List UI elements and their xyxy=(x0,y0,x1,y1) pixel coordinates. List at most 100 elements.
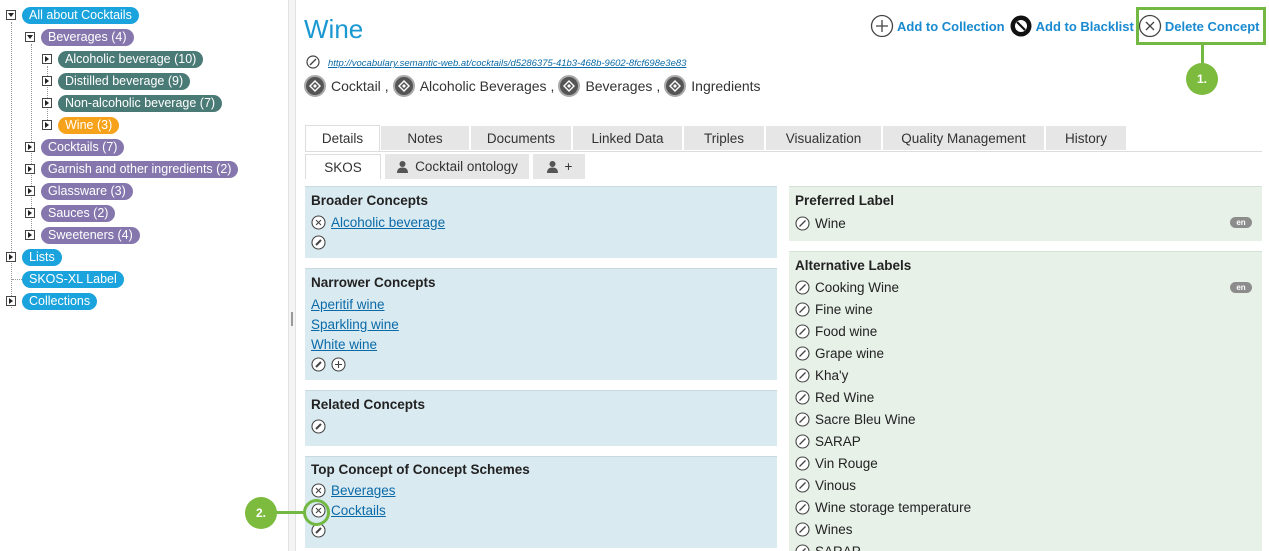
tab-triples[interactable]: Triples xyxy=(683,125,765,151)
tree-label[interactable]: All about Cocktails xyxy=(22,6,139,24)
edit-icon[interactable] xyxy=(795,302,810,317)
tree-item-cocktails[interactable]: Cocktails (7) xyxy=(25,138,125,156)
tree-item-wine[interactable]: Wine (3) xyxy=(42,116,120,134)
expand-icon[interactable] xyxy=(42,120,52,130)
alternative-label-value[interactable]: Fine wine xyxy=(815,302,873,317)
concept-link[interactable]: White wine xyxy=(311,337,377,352)
alternative-label-value[interactable]: Grape wine xyxy=(815,346,884,361)
tree-label[interactable]: Sweeteners (4) xyxy=(41,226,140,244)
expand-icon[interactable] xyxy=(42,98,52,108)
alternative-label-value[interactable]: Wine storage temperature xyxy=(815,500,971,515)
tree-item-non-alcoholic-beverage[interactable]: Non-alcoholic beverage (7) xyxy=(42,94,223,112)
expand-icon[interactable] xyxy=(25,208,35,218)
edit-icon[interactable] xyxy=(795,478,810,493)
concept-uri-link[interactable]: http://vocabulary.semantic-web.at/cockta… xyxy=(328,58,686,69)
subtab-skos[interactable]: SKOS xyxy=(305,154,381,179)
tree-label[interactable]: Wine (3) xyxy=(58,116,120,134)
edit-icon[interactable] xyxy=(795,346,810,361)
tree-label[interactable]: Lists xyxy=(22,248,62,266)
alternative-label-value[interactable]: Vinous xyxy=(815,478,856,493)
tree-item-distilled-beverage[interactable]: Distilled beverage (9) xyxy=(42,72,191,90)
tree-item-lists[interactable]: Lists xyxy=(6,248,62,266)
alternative-label-value[interactable]: Food wine xyxy=(815,324,877,339)
tree-label[interactable]: Glassware (3) xyxy=(41,182,133,200)
edit-icon[interactable] xyxy=(795,500,810,515)
tree-item-sweeteners[interactable]: Sweeteners (4) xyxy=(25,226,140,244)
alternative-label-value[interactable]: Vin Rouge xyxy=(815,456,878,471)
tree-label[interactable]: Cocktails (7) xyxy=(41,138,125,156)
breadcrumb-item[interactable]: Cocktail xyxy=(304,75,381,97)
tree-item-garnish[interactable]: Garnish and other ingredients (2) xyxy=(25,160,239,178)
concept-scheme-link[interactable]: Beverages xyxy=(331,483,396,498)
tree-item-sauces[interactable]: Sauces (2) xyxy=(25,204,116,222)
alternative-label-value[interactable]: Cooking Wine xyxy=(815,280,899,295)
tree-item-collections[interactable]: Collections xyxy=(6,292,98,310)
collapse-icon[interactable] xyxy=(25,32,35,42)
edit-icon[interactable] xyxy=(795,544,810,551)
alternative-label-value[interactable]: Sacre Bleu Wine xyxy=(815,412,916,427)
alternative-label-value[interactable]: SARAP xyxy=(815,434,861,449)
expand-icon[interactable] xyxy=(25,186,35,196)
plus-icon[interactable] xyxy=(331,357,346,372)
expand-icon[interactable] xyxy=(25,164,35,174)
tree-label[interactable]: Non-alcoholic beverage (7) xyxy=(58,94,223,112)
collapse-icon[interactable] xyxy=(6,10,16,20)
breadcrumb-item[interactable]: Alcoholic Beverages xyxy=(392,75,547,97)
tree-label[interactable]: Collections xyxy=(22,292,98,310)
tree-item-alcoholic-beverage[interactable]: Alcoholic beverage (10) xyxy=(42,50,204,68)
link-icon[interactable] xyxy=(311,357,326,372)
add-to-collection-button[interactable]: Add to Collection xyxy=(870,14,1005,38)
edit-icon[interactable] xyxy=(795,280,810,295)
tab-linked-data[interactable]: Linked Data xyxy=(572,125,683,151)
concept-link[interactable]: Alcoholic beverage xyxy=(331,215,445,230)
concept-link[interactable]: Sparkling wine xyxy=(311,317,399,332)
expand-icon[interactable] xyxy=(25,230,35,240)
subtab-cocktail-ontology[interactable]: Cocktail ontology xyxy=(385,154,529,179)
concept-scheme-link[interactable]: Cocktails xyxy=(331,503,386,518)
edit-icon[interactable] xyxy=(795,216,810,231)
tab-visualization[interactable]: Visualization xyxy=(765,125,882,151)
edit-icon[interactable] xyxy=(795,368,810,383)
concept-link[interactable]: Aperitif wine xyxy=(311,297,385,312)
tab-documents[interactable]: Documents xyxy=(470,125,572,151)
tree-label[interactable]: Beverages (4) xyxy=(41,28,134,46)
tree-item-skos-xl-label[interactable]: SKOS-XL Label xyxy=(22,270,124,288)
tree-label[interactable]: Sauces (2) xyxy=(41,204,116,222)
tree-label[interactable]: Distilled beverage (9) xyxy=(58,72,191,90)
expand-icon[interactable] xyxy=(25,142,35,152)
alternative-label-value[interactable]: SARAP xyxy=(815,544,861,551)
link-icon[interactable] xyxy=(311,419,326,434)
edit-icon[interactable] xyxy=(795,324,810,339)
pane-splitter[interactable] xyxy=(288,0,296,551)
breadcrumb-item[interactable]: Beverages xyxy=(558,75,652,97)
tab-details[interactable]: Details xyxy=(305,125,380,151)
link-icon[interactable] xyxy=(311,235,326,250)
tree-item-beverages[interactable]: Beverages (4) xyxy=(25,28,134,46)
edit-icon[interactable] xyxy=(795,390,810,405)
remove-icon[interactable] xyxy=(311,483,326,498)
tree-item-all-about-cocktails[interactable]: All about Cocktails xyxy=(6,6,139,24)
alternative-label-value[interactable]: Red Wine xyxy=(815,390,874,405)
tree-label[interactable]: SKOS-XL Label xyxy=(22,270,124,288)
expand-icon[interactable] xyxy=(42,76,52,86)
tab-history[interactable]: History xyxy=(1045,125,1127,151)
alternative-label-value[interactable]: Wines xyxy=(815,522,853,537)
edit-icon[interactable] xyxy=(795,412,810,427)
edit-icon[interactable] xyxy=(795,522,810,537)
expand-icon[interactable] xyxy=(42,54,52,64)
remove-icon[interactable] xyxy=(311,215,326,230)
tab-quality-management[interactable]: Quality Management xyxy=(882,125,1045,151)
tab-notes[interactable]: Notes xyxy=(380,125,470,151)
preferred-label-value[interactable]: Wine xyxy=(815,216,846,231)
expand-icon[interactable] xyxy=(6,296,16,306)
edit-icon[interactable] xyxy=(306,55,320,72)
expand-icon[interactable] xyxy=(6,252,16,262)
alternative-label-value[interactable]: Kha'y xyxy=(815,368,848,383)
add-to-blacklist-button[interactable]: Add to Blacklist xyxy=(1009,14,1134,38)
breadcrumb-item[interactable]: Ingredients xyxy=(664,75,761,97)
splitter-grip-icon[interactable] xyxy=(291,312,293,326)
edit-icon[interactable] xyxy=(795,434,810,449)
tree-label[interactable]: Alcoholic beverage (10) xyxy=(58,50,204,68)
tree-label[interactable]: Garnish and other ingredients (2) xyxy=(41,160,239,178)
tree-item-glassware[interactable]: Glassware (3) xyxy=(25,182,133,200)
